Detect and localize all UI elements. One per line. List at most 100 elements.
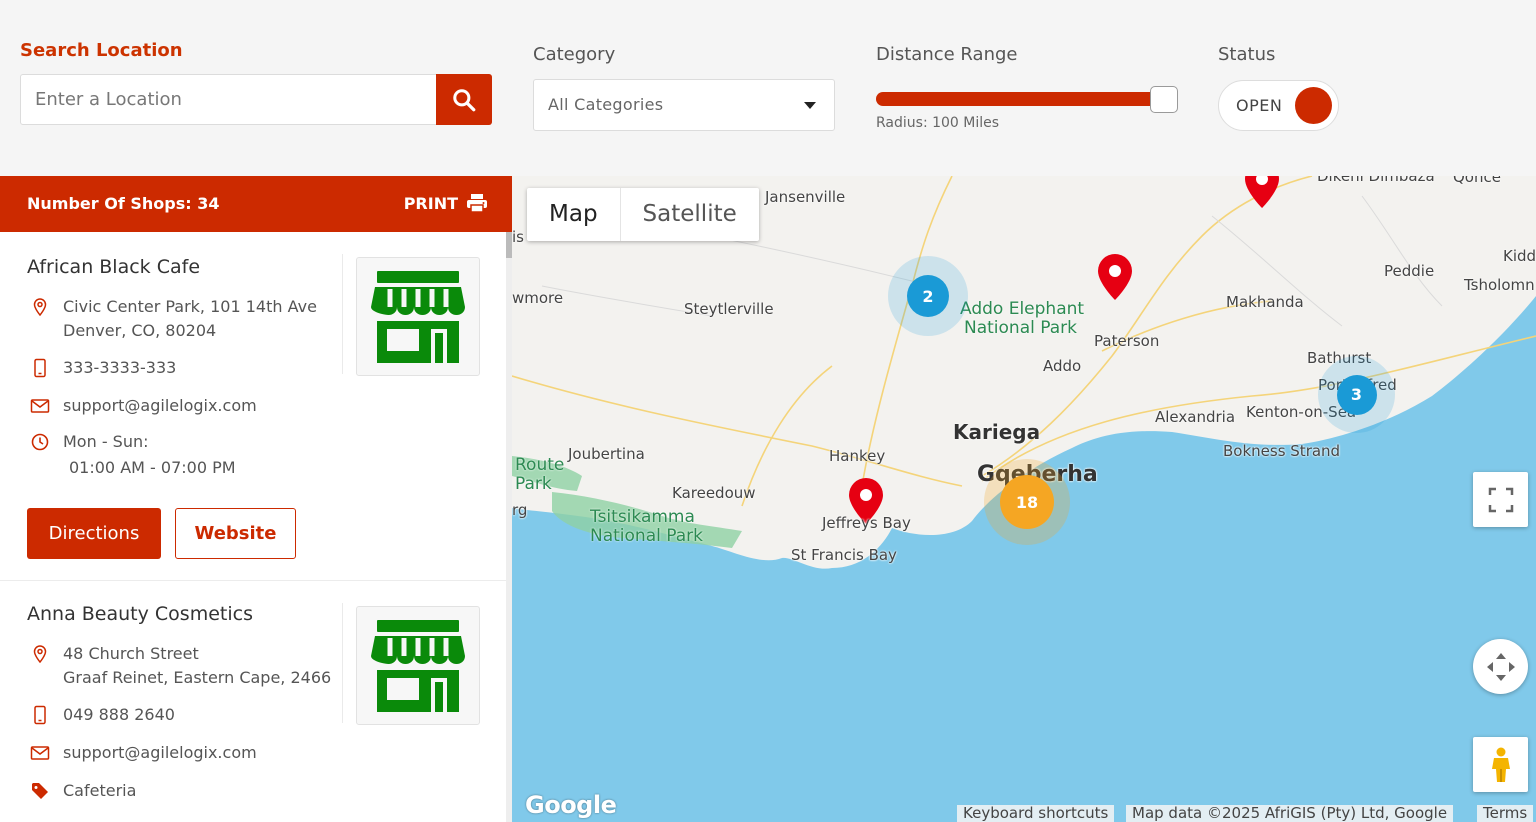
chevron-down-icon — [804, 102, 816, 109]
map-label: Hankey — [829, 447, 886, 465]
search-location-input[interactable] — [21, 75, 437, 124]
storefront-icon — [371, 619, 465, 712]
map-label: Paterson — [1094, 332, 1160, 350]
status-toggle[interactable]: OPEN — [1218, 80, 1339, 131]
phone-number: 049 888 2640 — [63, 705, 175, 724]
cluster-count: 18 — [1000, 475, 1054, 529]
marker-cluster[interactable]: 3 — [1318, 356, 1395, 433]
filter-bar: Search Location Category All Categories … — [0, 0, 1536, 176]
email-address: support@agilelogix.com — [63, 743, 257, 762]
shop-address: 48 Church Street Graaf Reinet, Eastern Ca… — [30, 642, 331, 690]
printer-icon — [467, 194, 487, 213]
map-label: wmore — [512, 289, 564, 307]
map-label: St Francis Bay — [791, 546, 897, 564]
vertical-divider — [342, 254, 343, 374]
search-icon — [453, 88, 476, 111]
clock-icon — [31, 433, 49, 451]
category-select[interactable]: All Categories — [533, 79, 835, 131]
map-label: Peddie — [1384, 262, 1435, 280]
keyboard-shortcuts-link[interactable]: Keyboard shortcuts — [957, 805, 1115, 822]
shop-thumbnail — [356, 257, 480, 376]
marker-cluster[interactable]: 2 — [888, 256, 968, 336]
distance-range-label: Distance Range — [876, 44, 1018, 65]
street-view-pegman[interactable] — [1473, 737, 1528, 792]
fullscreen-button[interactable] — [1473, 472, 1528, 527]
mobile-phone-icon — [34, 705, 46, 725]
map-pin-icon — [33, 645, 47, 664]
map-label: Bokness Strand — [1223, 442, 1341, 460]
shop-email: support@agilelogix.com — [30, 741, 257, 765]
envelope-icon — [30, 746, 50, 760]
address-line-1: 48 Church Street — [63, 644, 199, 663]
storefront-icon — [371, 270, 465, 363]
map-label: Addo Elephant — [960, 299, 1085, 319]
website-button[interactable]: Website — [175, 508, 296, 559]
address-line-2: Denver, CO, 80204 — [63, 321, 217, 340]
list-item-shop[interactable]: Anna Beauty Cosmetics 48 Church Street Gr… — [0, 581, 506, 822]
radius-readout: Radius: 100 Miles — [876, 115, 1000, 131]
shop-thumbnail — [356, 606, 480, 725]
phone-number: 333-3333-333 — [63, 358, 177, 377]
status-label: Status — [1218, 44, 1276, 65]
map-label: Dikeni Dimbaza — [1317, 176, 1435, 185]
map-label: Addo — [1043, 357, 1082, 375]
status-toggle-text: OPEN — [1236, 96, 1283, 115]
distance-slider-handle[interactable] — [1150, 86, 1178, 113]
map-label-park: Addo Elephant National Park — [960, 300, 1084, 338]
print-button[interactable]: PRINT — [404, 193, 488, 213]
map-label: rg — [512, 501, 528, 519]
shop-name: Anna Beauty Cosmetics — [27, 603, 253, 625]
shop-name: African Black Cafe — [27, 256, 201, 278]
map-view[interactable]: Map Satellite Jansenville Steytlerville … — [512, 176, 1536, 822]
address-line-2: Graaf Reinet, Eastern Cape, 2466 — [63, 668, 332, 687]
directions-button[interactable]: Directions — [27, 508, 161, 559]
cluster-count: 3 — [1336, 374, 1377, 415]
map-label: Jeffreys Bay — [822, 514, 911, 532]
map-label: Route — [515, 455, 565, 475]
shop-count: Number Of Shops: 34 — [27, 194, 220, 213]
hours-value: 01:00 AM - 07:00 PM — [69, 458, 236, 477]
pegman-icon — [1491, 747, 1510, 782]
map-pin-icon — [33, 298, 47, 317]
shop-hours: Mon - Sun: 01:00 AM - 07:00 PM — [30, 430, 236, 480]
shop-category: Cafeteria — [30, 779, 136, 803]
shop-email: support@agilelogix.com — [30, 394, 257, 418]
map-label: Tsholomn — [1464, 276, 1535, 294]
toggle-knob — [1295, 87, 1332, 124]
map-label: Park — [515, 474, 552, 494]
map-label: Alexandria — [1155, 408, 1236, 426]
shop-address: Civic Center Park, 101 14th Ave Denver, C… — [30, 295, 317, 343]
map-label: Kareedouw — [672, 484, 756, 502]
pan-arrows-icon — [1486, 652, 1515, 681]
search-button[interactable] — [436, 74, 492, 125]
map-label: is — [512, 228, 524, 246]
category-text: Cafeteria — [63, 781, 137, 800]
marker-cluster[interactable]: 18 — [984, 459, 1070, 545]
map-type-satellite-button[interactable]: Satellite — [621, 188, 759, 241]
search-location-box — [20, 74, 492, 125]
address-line-1: Civic Center Park, 101 14th Ave — [63, 297, 317, 316]
terms-link[interactable]: Terms — [1477, 805, 1534, 822]
list-item-shop[interactable]: African Black Cafe Civic Center Park, 10… — [0, 232, 506, 580]
map-label: Tsitsikamma — [590, 507, 695, 527]
shop-phone: 333-3333-333 — [30, 356, 176, 380]
tag-icon — [32, 783, 48, 799]
map-label: Jansenville — [765, 188, 846, 206]
envelope-icon — [30, 399, 50, 413]
map-label: National Park — [964, 318, 1077, 338]
email-address: support@agilelogix.com — [63, 396, 257, 415]
map-label: Kariega — [953, 420, 1041, 444]
google-logo: Google — [525, 791, 617, 819]
map-label: Kidd — [1503, 247, 1536, 265]
map-type-map-button[interactable]: Map — [527, 188, 621, 241]
shop-phone: 049 888 2640 — [30, 703, 175, 727]
map-camera-control[interactable] — [1473, 639, 1528, 694]
distance-range-slider[interactable] — [876, 86, 1178, 113]
map-label: Makhanda — [1226, 293, 1304, 311]
mobile-phone-icon — [34, 358, 46, 378]
store-list-header: Number Of Shops: 34 PRINT — [0, 176, 512, 232]
category-selected-value: All Categories — [548, 95, 664, 114]
category-label: Category — [533, 44, 616, 65]
map-label: Joubertina — [568, 445, 645, 463]
map-label: Steytlerville — [684, 300, 774, 318]
